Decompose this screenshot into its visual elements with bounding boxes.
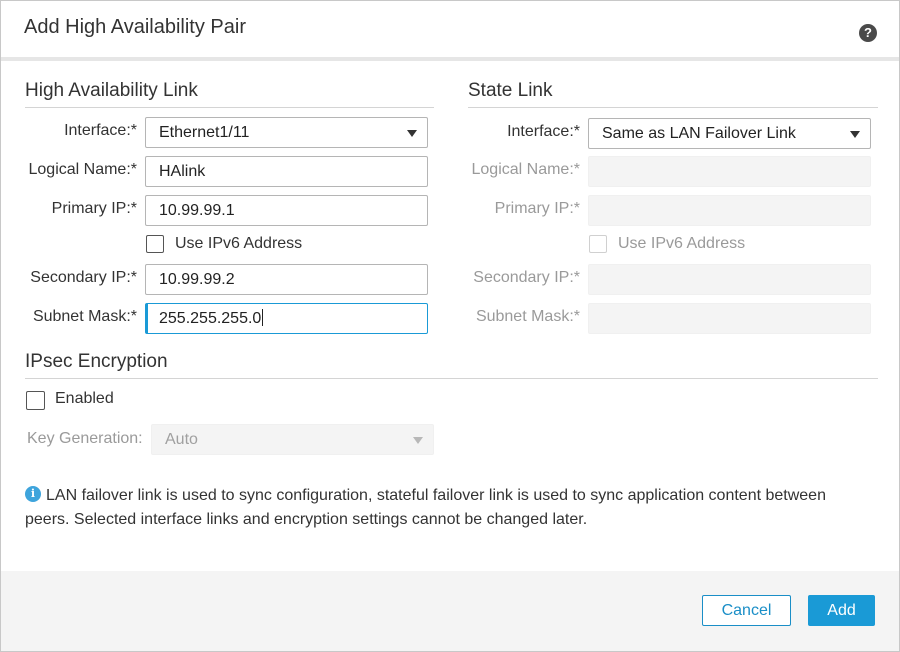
ha-subnet-mask-value: 255.255.255.0 (159, 310, 262, 327)
ha-logical-name-label: Logical Name:* (28, 161, 138, 178)
chevron-down-icon (850, 131, 860, 138)
add-ha-pair-dialog: Add High Availability Pair ? High Availa… (0, 0, 900, 652)
ha-link-divider (25, 107, 434, 108)
state-primary-ip-label: Primary IP:* (494, 200, 580, 217)
state-interface-label: Interface:* (507, 123, 580, 140)
ha-interface-select[interactable]: Ethernet1/11 (145, 117, 428, 148)
ha-subnet-mask-input[interactable]: 255.255.255.0 (145, 303, 428, 334)
ha-subnet-mask-label: Subnet Mask:* (32, 308, 137, 325)
ipsec-enabled-label: Enabled (55, 390, 114, 407)
state-subnet-mask-input (588, 303, 871, 334)
chevron-down-icon (413, 437, 423, 444)
dialog-title: Add High Availability Pair (24, 16, 246, 38)
state-link-divider (468, 107, 878, 108)
cancel-button[interactable]: Cancel (702, 595, 791, 626)
ha-secondary-ip-input[interactable]: 10.99.99.2 (145, 264, 428, 295)
chevron-down-icon (407, 130, 417, 137)
state-ipv6-checkbox (589, 235, 607, 253)
ipsec-divider (25, 378, 878, 379)
state-primary-ip-input (588, 195, 871, 226)
dialog-header: Add High Availability Pair ? (1, 1, 899, 61)
ipsec-enabled-checkbox[interactable] (26, 391, 45, 410)
ipsec-section-title: IPsec Encryption (25, 351, 168, 372)
ha-secondary-ip-label: Secondary IP:* (30, 269, 137, 286)
ha-primary-ip-input[interactable]: 10.99.99.1 (145, 195, 428, 226)
text-cursor (262, 309, 264, 326)
key-generation-value: Auto (165, 431, 198, 448)
ha-primary-ip-label: Primary IP:* (51, 200, 137, 217)
state-logical-name-input (588, 156, 871, 187)
state-ipv6-label: Use IPv6 Address (618, 235, 746, 252)
state-subnet-mask-label: Subnet Mask:* (475, 308, 580, 325)
ha-ipv6-checkbox[interactable] (146, 235, 164, 253)
state-secondary-ip-input (588, 264, 871, 295)
ha-logical-name-input[interactable]: HAlink (145, 156, 428, 187)
info-message: LAN failover link is used to sync config… (25, 487, 826, 528)
state-logical-name-label: Logical Name:* (471, 161, 581, 178)
dialog-footer: Cancel Add (1, 571, 899, 651)
ha-ipv6-label: Use IPv6 Address (175, 235, 303, 252)
ha-interface-label: Interface:* (64, 122, 137, 139)
add-button[interactable]: Add (808, 595, 875, 626)
ha-interface-value: Ethernet1/11 (159, 124, 250, 141)
state-link-section-title: State Link (468, 80, 553, 101)
state-secondary-ip-label: Secondary IP:* (473, 269, 580, 286)
state-interface-select[interactable]: Same as LAN Failover Link (588, 118, 871, 149)
ha-link-section-title: High Availability Link (25, 80, 198, 101)
state-interface-value: Same as LAN Failover Link (602, 125, 796, 142)
key-generation-label: Key Generation: (27, 430, 143, 447)
key-generation-select: Auto (151, 424, 434, 455)
help-icon[interactable]: ? (859, 24, 877, 42)
